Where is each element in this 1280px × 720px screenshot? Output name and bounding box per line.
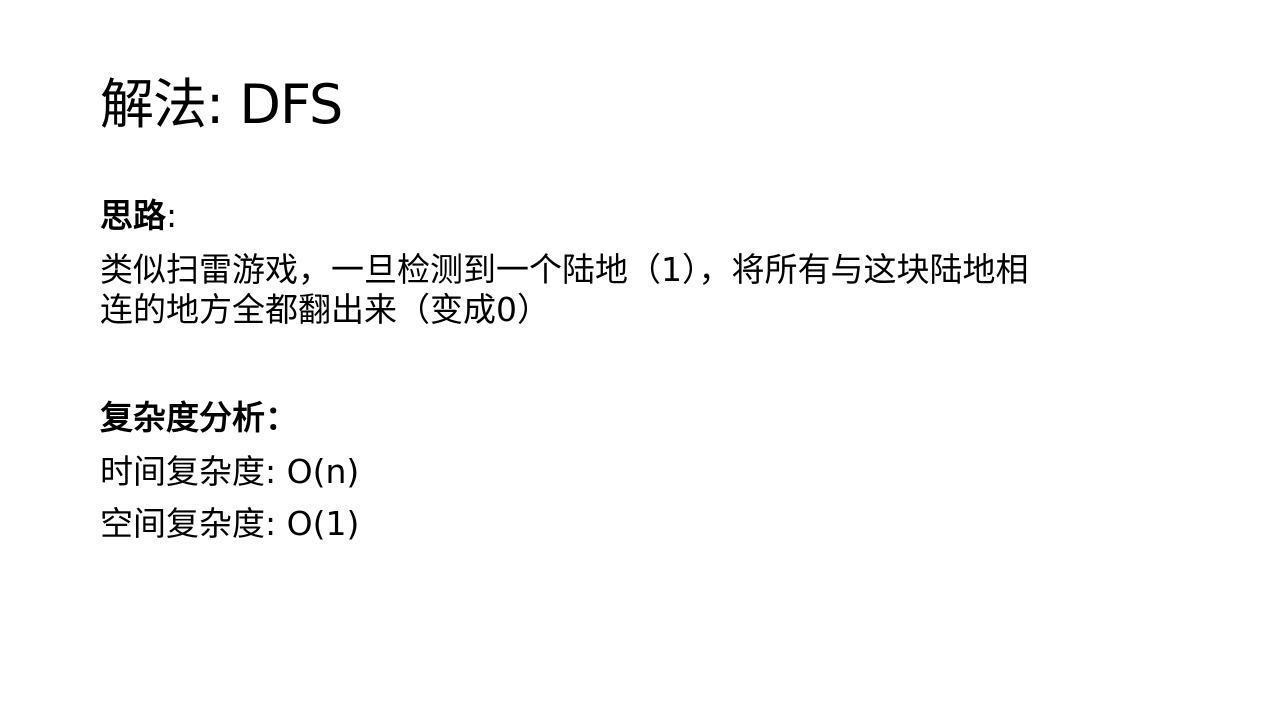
complexity-heading: 复杂度分析： xyxy=(100,398,298,438)
slide: 解法: DFS 思路: 类似扫雷游戏，一旦检测到一个陆地（1），将所有与这块陆地… xyxy=(0,0,1280,720)
approach-description: 类似扫雷游戏，一旦检测到一个陆地（1），将所有与这块陆地相 连的地方全都翻出来（… xyxy=(100,250,1190,330)
time-complexity: 时间复杂度: O(n) xyxy=(100,452,360,491)
approach-heading-colon: : xyxy=(166,196,178,235)
approach-description-line: 类似扫雷游戏，一旦检测到一个陆地（1），将所有与这块陆地相 xyxy=(100,250,1029,289)
slide-title: 解法: DFS xyxy=(100,73,343,136)
complexity-heading-label: 复杂度分析： xyxy=(100,398,298,437)
approach-heading-label: 思路 xyxy=(100,196,166,235)
approach-heading: 思路: xyxy=(100,196,177,236)
approach-description-line: 连的地方全都翻出来（变成0） xyxy=(100,290,550,329)
space-complexity: 空间复杂度: O(1) xyxy=(100,504,360,543)
